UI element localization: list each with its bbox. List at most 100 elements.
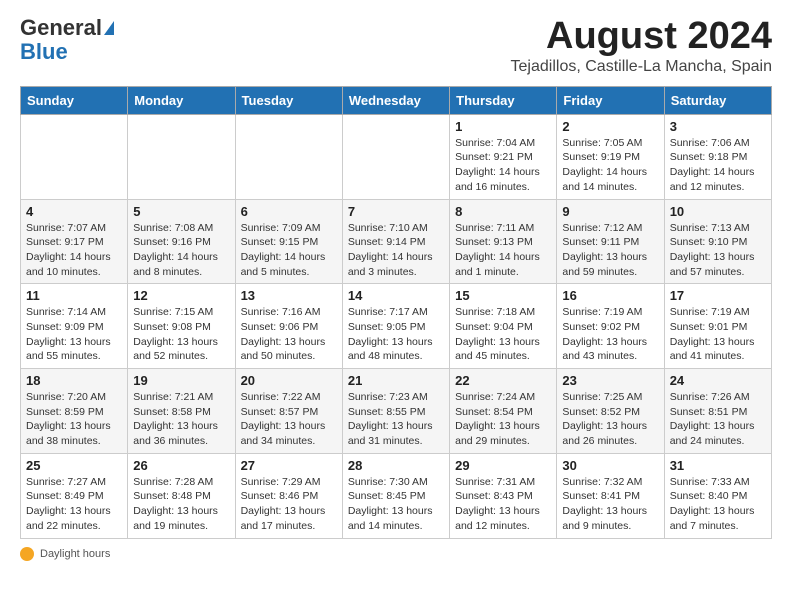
day-detail: Sunrise: 7:33 AM Sunset: 8:40 PM Dayligh…	[670, 475, 766, 534]
logo-general-text: General	[20, 16, 102, 40]
calendar-cell: 21Sunrise: 7:23 AM Sunset: 8:55 PM Dayli…	[342, 369, 449, 454]
day-detail: Sunrise: 7:30 AM Sunset: 8:45 PM Dayligh…	[348, 475, 444, 534]
calendar-header-wednesday: Wednesday	[342, 86, 449, 114]
day-detail: Sunrise: 7:13 AM Sunset: 9:10 PM Dayligh…	[670, 221, 766, 280]
calendar-cell: 26 Sunrise: 7:28 AM Sunset: 8:48 PM Dayli…	[128, 453, 235, 538]
daylight-label: Daylight hours	[40, 548, 110, 560]
calendar-cell: 25Sunrise: 7:27 AM Sunset: 8:49 PM Dayli…	[21, 453, 128, 538]
calendar-header-sunday: Sunday	[21, 86, 128, 114]
day-detail: Sunrise: 7:23 AM Sunset: 8:55 PM Dayligh…	[348, 390, 444, 449]
day-number: 17	[670, 288, 766, 303]
calendar-week-row: 4Sunrise: 7:07 AM Sunset: 9:17 PM Daylig…	[21, 199, 772, 284]
footer-note: Daylight hours	[20, 547, 772, 561]
calendar-cell	[342, 114, 449, 199]
day-number: 7	[348, 204, 444, 219]
calendar-header-monday: Monday	[128, 86, 235, 114]
month-year-title: August 2024	[511, 16, 772, 58]
day-number: 31	[670, 458, 766, 473]
day-detail: Sunrise: 7:26 AM Sunset: 8:51 PM Dayligh…	[670, 390, 766, 449]
day-number: 18	[26, 373, 122, 388]
day-number: 13	[241, 288, 337, 303]
day-number: 20	[241, 373, 337, 388]
calendar-cell: 14 Sunrise: 7:17 AM Sunset: 9:05 PM Dayli…	[342, 284, 449, 369]
day-detail: Sunrise: 7:24 AM Sunset: 8:54 PM Dayligh…	[455, 390, 551, 449]
calendar-cell: 3 Sunrise: 7:06 AM Sunset: 9:18 PM Daylig…	[664, 114, 771, 199]
day-number: 28	[348, 458, 444, 473]
calendar-cell: 5 Sunrise: 7:08 AM Sunset: 9:16 PM Daylig…	[128, 199, 235, 284]
day-number: 24	[670, 373, 766, 388]
location-subtitle: Tejadillos, Castille-La Mancha, Spain	[511, 58, 772, 76]
day-number: 10	[670, 204, 766, 219]
day-detail: Sunrise: 7:28 AM Sunset: 8:48 PM Dayligh…	[133, 475, 229, 534]
calendar-header-thursday: Thursday	[450, 86, 557, 114]
day-number: 9	[562, 204, 658, 219]
calendar-cell: 1 Sunrise: 7:04 AM Sunset: 9:21 PM Daylig…	[450, 114, 557, 199]
day-number: 29	[455, 458, 551, 473]
day-number: 27	[241, 458, 337, 473]
day-number: 22	[455, 373, 551, 388]
day-detail: Sunrise: 7:08 AM Sunset: 9:16 PM Dayligh…	[133, 221, 229, 280]
day-detail: Sunrise: 7:15 AM Sunset: 9:08 PM Dayligh…	[133, 305, 229, 364]
day-detail: Sunrise: 7:10 AM Sunset: 9:14 PM Dayligh…	[348, 221, 444, 280]
day-number: 11	[26, 288, 122, 303]
calendar-cell: 19 Sunrise: 7:21 AM Sunset: 8:58 PM Dayli…	[128, 369, 235, 454]
day-number: 26	[133, 458, 229, 473]
calendar-cell	[21, 114, 128, 199]
day-detail: Sunrise: 7:18 AM Sunset: 9:04 PM Dayligh…	[455, 305, 551, 364]
day-detail: Sunrise: 7:31 AM Sunset: 8:43 PM Dayligh…	[455, 475, 551, 534]
day-number: 5	[133, 204, 229, 219]
calendar-cell: 30Sunrise: 7:32 AM Sunset: 8:41 PM Dayli…	[557, 453, 664, 538]
day-detail: Sunrise: 7:14 AM Sunset: 9:09 PM Dayligh…	[26, 305, 122, 364]
calendar-cell: 23 Sunrise: 7:25 AM Sunset: 8:52 PM Dayli…	[557, 369, 664, 454]
day-detail: Sunrise: 7:06 AM Sunset: 9:18 PM Dayligh…	[670, 136, 766, 195]
day-number: 6	[241, 204, 337, 219]
day-detail: Sunrise: 7:32 AM Sunset: 8:41 PM Dayligh…	[562, 475, 658, 534]
header: General Blue August 2024 Tejadillos, Cas…	[20, 16, 772, 76]
calendar-cell: 10 Sunrise: 7:13 AM Sunset: 9:10 PM Dayli…	[664, 199, 771, 284]
calendar-cell	[235, 114, 342, 199]
day-detail: Sunrise: 7:27 AM Sunset: 8:49 PM Dayligh…	[26, 475, 122, 534]
calendar-cell: 4Sunrise: 7:07 AM Sunset: 9:17 PM Daylig…	[21, 199, 128, 284]
day-detail: Sunrise: 7:07 AM Sunset: 9:17 PM Dayligh…	[26, 221, 122, 280]
calendar-cell: 7 Sunrise: 7:10 AM Sunset: 9:14 PM Daylig…	[342, 199, 449, 284]
day-detail: Sunrise: 7:04 AM Sunset: 9:21 PM Dayligh…	[455, 136, 551, 195]
calendar-cell: 16Sunrise: 7:19 AM Sunset: 9:02 PM Dayli…	[557, 284, 664, 369]
day-detail: Sunrise: 7:19 AM Sunset: 9:02 PM Dayligh…	[562, 305, 658, 364]
calendar-cell: 12 Sunrise: 7:15 AM Sunset: 9:08 PM Dayli…	[128, 284, 235, 369]
calendar-cell: 31 Sunrise: 7:33 AM Sunset: 8:40 PM Dayli…	[664, 453, 771, 538]
day-number: 8	[455, 204, 551, 219]
calendar-cell: 2Sunrise: 7:05 AM Sunset: 9:19 PM Daylig…	[557, 114, 664, 199]
calendar-cell: 8Sunrise: 7:11 AM Sunset: 9:13 PM Daylig…	[450, 199, 557, 284]
calendar-cell: 27Sunrise: 7:29 AM Sunset: 8:46 PM Dayli…	[235, 453, 342, 538]
calendar-cell: 11 Sunrise: 7:14 AM Sunset: 9:09 PM Dayli…	[21, 284, 128, 369]
day-number: 12	[133, 288, 229, 303]
day-detail: Sunrise: 7:09 AM Sunset: 9:15 PM Dayligh…	[241, 221, 337, 280]
day-detail: Sunrise: 7:25 AM Sunset: 8:52 PM Dayligh…	[562, 390, 658, 449]
day-number: 23	[562, 373, 658, 388]
calendar-week-row: 18 Sunrise: 7:20 AM Sunset: 8:59 PM Dayli…	[21, 369, 772, 454]
day-detail: Sunrise: 7:20 AM Sunset: 8:59 PM Dayligh…	[26, 390, 122, 449]
calendar-week-row: 1 Sunrise: 7:04 AM Sunset: 9:21 PM Daylig…	[21, 114, 772, 199]
calendar-header-saturday: Saturday	[664, 86, 771, 114]
sun-icon	[20, 547, 34, 561]
day-number: 15	[455, 288, 551, 303]
calendar-header-friday: Friday	[557, 86, 664, 114]
calendar-cell: 17Sunrise: 7:19 AM Sunset: 9:01 PM Dayli…	[664, 284, 771, 369]
calendar-cell: 18 Sunrise: 7:20 AM Sunset: 8:59 PM Dayli…	[21, 369, 128, 454]
day-number: 1	[455, 119, 551, 134]
calendar-week-row: 11 Sunrise: 7:14 AM Sunset: 9:09 PM Dayli…	[21, 284, 772, 369]
calendar-cell: 29 Sunrise: 7:31 AM Sunset: 8:43 PM Dayli…	[450, 453, 557, 538]
calendar-cell: 6 Sunrise: 7:09 AM Sunset: 9:15 PM Daylig…	[235, 199, 342, 284]
day-number: 19	[133, 373, 229, 388]
calendar-header-tuesday: Tuesday	[235, 86, 342, 114]
day-detail: Sunrise: 7:17 AM Sunset: 9:05 PM Dayligh…	[348, 305, 444, 364]
day-number: 3	[670, 119, 766, 134]
day-detail: Sunrise: 7:12 AM Sunset: 9:11 PM Dayligh…	[562, 221, 658, 280]
day-number: 2	[562, 119, 658, 134]
day-detail: Sunrise: 7:21 AM Sunset: 8:58 PM Dayligh…	[133, 390, 229, 449]
logo: General Blue	[20, 16, 114, 64]
day-number: 14	[348, 288, 444, 303]
calendar-cell: 20 Sunrise: 7:22 AM Sunset: 8:57 PM Dayli…	[235, 369, 342, 454]
calendar-cell	[128, 114, 235, 199]
day-detail: Sunrise: 7:22 AM Sunset: 8:57 PM Dayligh…	[241, 390, 337, 449]
